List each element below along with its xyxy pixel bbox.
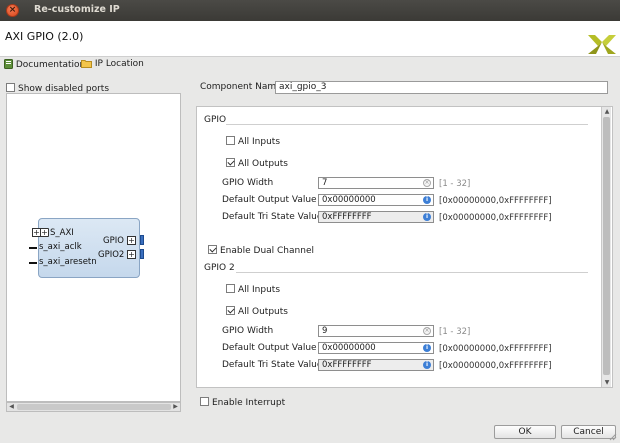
port-line-aclk bbox=[29, 247, 37, 249]
s-axi-bus-icon: + bbox=[40, 228, 49, 237]
scroll-up-icon[interactable]: ▲ bbox=[602, 107, 612, 116]
window-title: Re-customize IP bbox=[34, 4, 120, 15]
gpio2-default-tri-input[interactable]: 0xFFFFFFFF i bbox=[318, 359, 434, 371]
documentation-icon bbox=[4, 59, 13, 69]
gpio2-all-inputs-checkbox[interactable]: All Inputs bbox=[226, 284, 280, 295]
gpio2-bus-connector[interactable] bbox=[140, 249, 144, 259]
xilinx-logo-icon bbox=[588, 35, 616, 54]
port-s-axi-aresetn: s_axi_aresetn bbox=[39, 257, 97, 267]
enable-dual-channel-label: Enable Dual Channel bbox=[220, 246, 314, 256]
dialog-header: AXI GPIO (2.0) bbox=[0, 21, 620, 56]
gpio2-default-tri-value: 0xFFFFFFFF bbox=[322, 360, 372, 370]
gpio-all-outputs-checkbox[interactable]: All Outputs bbox=[226, 158, 288, 169]
gpio-default-tri-value: 0xFFFFFFFF bbox=[322, 212, 372, 222]
gpio-width-label: GPIO Width bbox=[222, 178, 274, 188]
gpio-section-rule bbox=[226, 124, 588, 125]
component-name-input[interactable]: axi_gpio_3 bbox=[275, 81, 608, 94]
checkbox-box[interactable] bbox=[200, 397, 209, 406]
ip-location-link[interactable]: IP Location bbox=[81, 59, 144, 69]
gpio2-section-title: GPIO 2 bbox=[204, 263, 235, 273]
config-vertical-scrollbar[interactable]: ▲ ▼ bbox=[601, 107, 611, 387]
gpio-width-value: 7 bbox=[322, 178, 328, 188]
gpio2-bus-icon: + bbox=[127, 250, 136, 259]
component-name-label: Component Name bbox=[200, 82, 282, 92]
gpio-default-output-input[interactable]: 0x00000000 i bbox=[318, 194, 434, 206]
enable-dual-channel-checkbox[interactable]: Enable Dual Channel bbox=[208, 245, 314, 256]
info-icon[interactable]: i bbox=[423, 196, 431, 204]
checkbox-box[interactable] bbox=[226, 158, 235, 167]
scroll-right-icon[interactable]: ▶ bbox=[171, 403, 180, 411]
ok-button[interactable]: OK bbox=[494, 425, 556, 439]
window-titlebar: × Re-customize IP bbox=[0, 0, 620, 21]
canvas-horizontal-scrollbar[interactable]: ◀ ▶ bbox=[6, 402, 181, 412]
port-gpio2: GPIO2 bbox=[98, 250, 125, 260]
checkbox-box[interactable] bbox=[226, 284, 235, 293]
port-line-aresetn bbox=[29, 262, 37, 264]
gpio-all-inputs-label: All Inputs bbox=[238, 137, 281, 147]
gpio-default-tri-range: [0x00000000,0xFFFFFFFF] bbox=[439, 213, 552, 223]
gpio2-width-value: 9 bbox=[322, 326, 328, 336]
gpio2-all-outputs-label: All Outputs bbox=[238, 307, 288, 317]
gpio2-default-tri-label: Default Tri State Value bbox=[222, 360, 323, 370]
gpio2-width-input[interactable]: 9 × bbox=[318, 325, 434, 337]
checkbox-box[interactable] bbox=[208, 245, 217, 254]
gpio-default-output-value: 0x00000000 bbox=[322, 195, 376, 205]
gpio-all-inputs-checkbox[interactable]: All Inputs bbox=[226, 136, 280, 147]
gpio2-all-inputs-label: All Inputs bbox=[238, 285, 281, 295]
gpio-section-title: GPIO bbox=[204, 115, 227, 125]
gpio2-default-output-input[interactable]: 0x00000000 i bbox=[318, 342, 434, 354]
gpio-default-output-range: [0x00000000,0xFFFFFFFF] bbox=[439, 196, 552, 206]
gpio2-width-range: [1 - 32] bbox=[439, 327, 471, 337]
port-s-axi: S_AXI bbox=[50, 228, 74, 238]
header-separator bbox=[0, 56, 620, 57]
ip-location-label: IP Location bbox=[94, 59, 144, 69]
enable-interrupt-label: Enable Interrupt bbox=[212, 398, 286, 408]
gpio2-all-outputs-checkbox[interactable]: All Outputs bbox=[226, 306, 288, 317]
info-icon[interactable]: i bbox=[423, 213, 431, 221]
gpio-bus-icon: + bbox=[127, 236, 136, 245]
gpio2-default-output-label: Default Output Value bbox=[222, 343, 317, 353]
documentation-label: Documentation bbox=[15, 60, 86, 70]
clear-icon[interactable]: × bbox=[423, 179, 431, 187]
scroll-left-icon[interactable]: ◀ bbox=[7, 403, 16, 411]
ip-title: AXI GPIO (2.0) bbox=[5, 30, 84, 43]
scroll-down-icon[interactable]: ▼ bbox=[602, 378, 612, 387]
gpio-default-tri-label: Default Tri State Value bbox=[222, 212, 323, 222]
scroll-thumb[interactable] bbox=[603, 117, 610, 375]
checkbox-box[interactable] bbox=[226, 306, 235, 315]
gpio2-width-label: GPIO Width bbox=[222, 326, 274, 336]
checkbox-box[interactable] bbox=[226, 136, 235, 145]
gpio2-section-rule bbox=[236, 272, 588, 273]
info-icon[interactable]: i bbox=[423, 361, 431, 369]
gpio2-default-output-value: 0x00000000 bbox=[322, 343, 376, 353]
info-icon[interactable]: i bbox=[423, 344, 431, 352]
scroll-thumb[interactable] bbox=[17, 404, 171, 410]
gpio-default-output-label: Default Output Value bbox=[222, 195, 317, 205]
port-gpio: GPIO bbox=[103, 236, 124, 246]
gpio-bus-connector[interactable] bbox=[140, 235, 144, 245]
port-s-axi-aclk: s_axi_aclk bbox=[39, 242, 82, 252]
gpio-width-range: [1 - 32] bbox=[439, 179, 471, 189]
close-icon[interactable]: × bbox=[6, 4, 19, 17]
enable-interrupt-checkbox[interactable]: Enable Interrupt bbox=[200, 397, 285, 408]
folder-icon bbox=[81, 60, 92, 68]
gpio2-default-output-range: [0x00000000,0xFFFFFFFF] bbox=[439, 344, 552, 354]
checkbox-box[interactable] bbox=[6, 83, 15, 92]
resize-grip-icon[interactable] bbox=[608, 432, 617, 441]
documentation-link[interactable]: Documentation bbox=[4, 59, 85, 70]
gpio-default-tri-input[interactable]: 0xFFFFFFFF i bbox=[318, 211, 434, 223]
clear-icon[interactable]: × bbox=[423, 327, 431, 335]
gpio2-default-tri-range: [0x00000000,0xFFFFFFFF] bbox=[439, 361, 552, 371]
gpio-width-input[interactable]: 7 × bbox=[318, 177, 434, 189]
gpio-all-outputs-label: All Outputs bbox=[238, 159, 288, 169]
